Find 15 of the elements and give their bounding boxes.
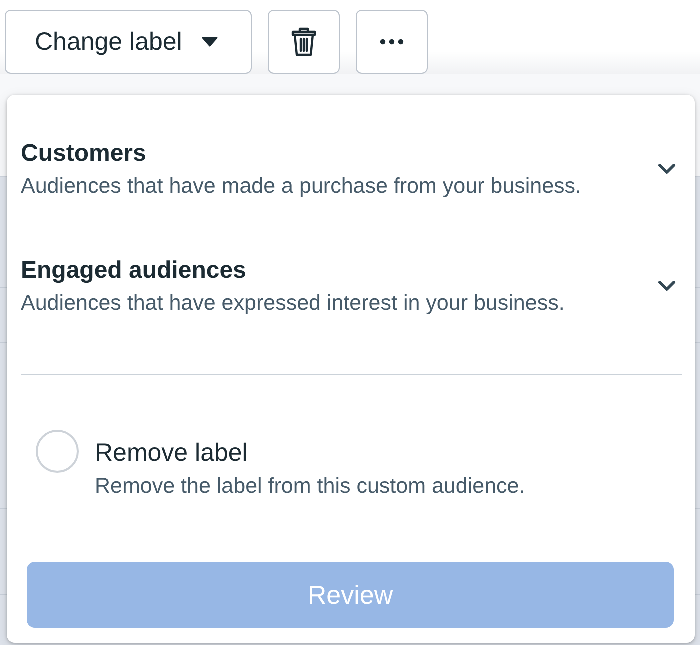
change-label-button[interactable]: Change label [5,10,252,74]
radio-button[interactable] [36,430,79,473]
category-description: Audiences that have made a purchase from your business. [21,173,582,199]
caret-down-icon [202,37,218,47]
category-item[interactable]: Customers Audiences that have made a purchase from your business. [21,140,682,199]
category-item[interactable]: Engaged audiences Audiences that have expressed interest in your business. [21,257,682,316]
more-icon [380,39,404,45]
option-label: Remove label [95,439,249,467]
category-title: Customers [21,140,148,168]
delete-button[interactable] [268,10,340,74]
category-title: Engaged audiences [21,257,248,285]
option-description: Remove the label from this custom audience. [95,473,526,499]
category-description: Audiences that have expressed interest in your business. [21,290,565,316]
trash-icon [291,27,317,57]
more-button[interactable] [356,10,428,74]
